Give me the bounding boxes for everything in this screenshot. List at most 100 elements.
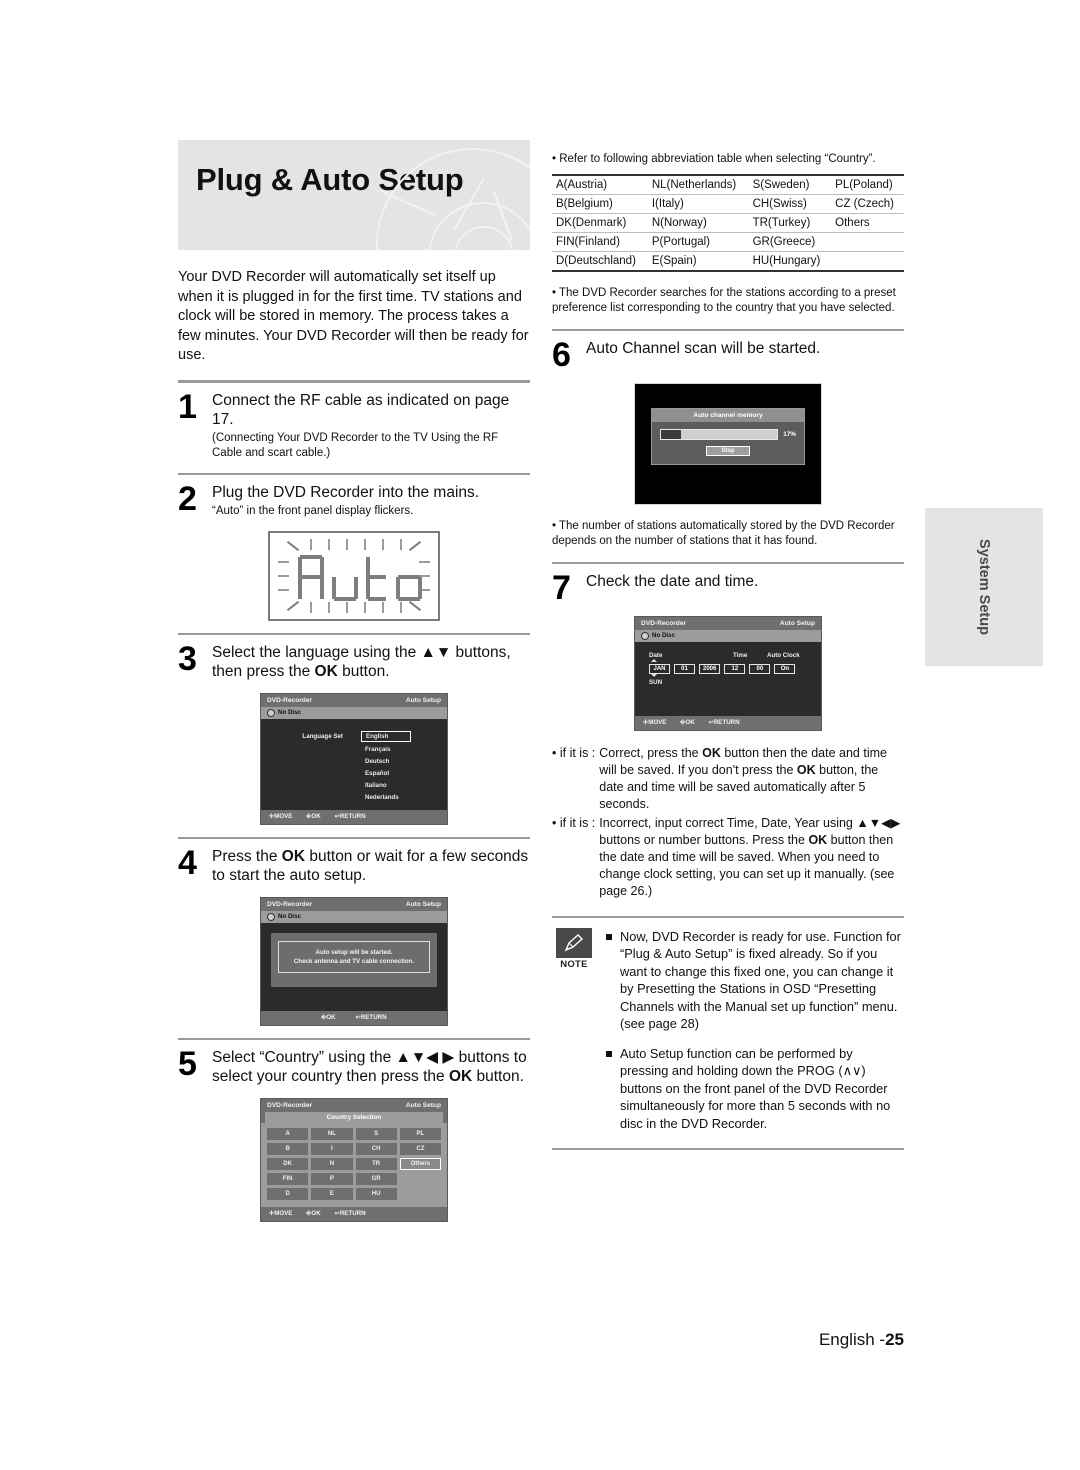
- table-row: A(Austria) NL(Netherlands) S(Sweden) PL(…: [552, 174, 904, 194]
- osd-autosetup-figure: DVD-Recorder Auto Setup No Disc Auto set…: [178, 896, 530, 1026]
- table-row: FIN(Finland) P(Portugal) GR(Greece): [552, 232, 904, 251]
- osd-language-screen: DVD-Recorder Auto Setup No Disc Language…: [260, 692, 448, 825]
- country-button-others[interactable]: Others: [399, 1157, 441, 1170]
- osd-return-hint: ↩RETURN: [355, 1014, 387, 1021]
- flicker-tick: [346, 601, 348, 613]
- country-button-nl[interactable]: NL: [311, 1127, 353, 1140]
- country-grid[interactable]: A NL S PL B I CH CZ DK N TR Others FIN P: [267, 1127, 441, 1200]
- minute-field[interactable]: 00: [749, 663, 771, 674]
- country-button-n[interactable]: N: [311, 1157, 353, 1170]
- if-correct-lead: • if it is :: [552, 745, 596, 760]
- divider: [178, 379, 530, 383]
- osd-content: Auto setup will be started. Check antenn…: [261, 922, 447, 1011]
- step-title: Select the language using the ▲▼ buttons…: [212, 643, 530, 681]
- hour-field[interactable]: 12: [724, 663, 746, 674]
- step-1: 1 Connect the RF cable as indicated on p…: [178, 390, 530, 461]
- country-button-d[interactable]: D: [267, 1187, 309, 1200]
- day-field[interactable]: 01: [674, 663, 695, 674]
- stop-button[interactable]: Stop: [706, 445, 750, 456]
- country-button-gr[interactable]: GR: [355, 1172, 397, 1185]
- table-cell: A(Austria): [556, 178, 608, 191]
- divider: [178, 632, 530, 635]
- country-button-ch[interactable]: CH: [355, 1142, 397, 1155]
- section-tab-label: System Setup: [976, 539, 992, 635]
- step-7: 7 Check the date and time.: [552, 571, 904, 605]
- osd-header-right: Auto Setup: [405, 1101, 441, 1109]
- country-button-tr[interactable]: TR: [355, 1157, 397, 1170]
- osd-footer: ⎆OK ↩RETURN: [261, 1010, 447, 1025]
- led-segment: [332, 576, 336, 599]
- month-field[interactable]: JAN: [649, 663, 670, 674]
- datetime-fields[interactable]: JAN 01 2006 12 00 On: [649, 663, 807, 674]
- osd-content: Language Set English Français Deutsch Es…: [261, 718, 447, 810]
- auto-clock-field[interactable]: On: [774, 663, 796, 674]
- note-item: Auto Setup function can be performed by …: [606, 1045, 904, 1133]
- step-title-pre: Press the: [212, 847, 282, 865]
- progress-bar: [660, 428, 779, 440]
- step-title: Plug the DVD Recorder into the mains.: [212, 483, 480, 501]
- language-option-english[interactable]: English: [361, 730, 412, 742]
- osd-disc-label: No Disc: [278, 709, 302, 716]
- osd-ok-hint: ⎆OK: [321, 1013, 336, 1021]
- ok-keyword: OK: [448, 1067, 473, 1085]
- up-arrow-icon: [651, 658, 657, 662]
- country-button-b[interactable]: B: [267, 1142, 309, 1155]
- country-button-hu[interactable]: HU: [355, 1187, 397, 1200]
- pencil-icon: [556, 927, 592, 958]
- country-button-p[interactable]: P: [311, 1172, 353, 1185]
- country-button-cz[interactable]: CZ: [399, 1142, 441, 1155]
- led-segment: [300, 574, 322, 579]
- year-field[interactable]: 2006: [699, 663, 721, 674]
- ok-keyword: OK: [314, 662, 338, 680]
- osd-header-right: Auto Setup: [779, 619, 815, 627]
- language-option-francais[interactable]: Français: [361, 745, 411, 754]
- country-selection-label: Country Selection: [326, 1113, 382, 1121]
- table-cell: N(Norway): [651, 216, 707, 229]
- step-2: 2 Plug the DVD Recorder into the mains. …: [178, 482, 530, 519]
- language-option-deutsch[interactable]: Deutsch: [361, 757, 411, 766]
- osd-country-screen: DVD-Recorder Auto Setup Country Selectio…: [260, 1097, 448, 1222]
- language-option-italiano[interactable]: Italiano: [361, 781, 411, 790]
- language-option-list[interactable]: English Français Deutsch Español Italian…: [361, 730, 412, 802]
- auto-channel-memory-dialog: Auto channel memory 17% Stop: [651, 407, 805, 465]
- country-button-empty: [400, 1173, 441, 1185]
- country-button-i[interactable]: I: [311, 1142, 353, 1155]
- table-row: DK(Denmark) N(Norway) TR(Turkey) Others: [552, 213, 904, 232]
- subheader-cap-right: [443, 1111, 447, 1123]
- osd-content: Date Time Auto Clock JAN 01 2006 12 00 O…: [635, 641, 821, 716]
- osd-disc-status: No Disc: [635, 629, 821, 642]
- led-segment: [368, 574, 386, 579]
- country-button-a[interactable]: A: [267, 1127, 309, 1140]
- datetime-labels: Date Time Auto Clock: [649, 652, 807, 659]
- table-cell: NL(Netherlands): [651, 178, 737, 191]
- country-grid-panel: A NL S PL B I CH CZ DK N TR Others FIN P: [261, 1122, 447, 1207]
- osd-autosetup-screen: DVD-Recorder Auto Setup No Disc Auto set…: [260, 896, 448, 1026]
- divider: [178, 836, 530, 839]
- osd-return-hint: ↩RETURN: [334, 1210, 366, 1217]
- osd-datetime-figure: DVD-Recorder Auto Setup No Disc Date Tim…: [552, 615, 904, 731]
- divider: [552, 1148, 904, 1150]
- date-label: Date: [649, 651, 663, 659]
- language-option-nederlands[interactable]: Nederlands: [361, 793, 411, 802]
- country-button-pl[interactable]: PL: [399, 1127, 441, 1140]
- stations-count-note: • The number of stations automatically s…: [552, 519, 895, 548]
- country-button-dk[interactable]: DK: [267, 1157, 309, 1170]
- dialog-line-2: Check antenna and TV cable connection.: [293, 957, 415, 965]
- step-5: 5 Select “Country” using the ▲▼◀ ▶ butto…: [178, 1047, 530, 1086]
- step-title: Connect the RF cable as indicated on pag…: [212, 391, 510, 428]
- if-correct-note: • if it is : Correct, press the OK butto…: [552, 745, 904, 813]
- language-option-espanol[interactable]: Español: [361, 769, 411, 778]
- osd-move-hint: ✢MOVE: [643, 719, 667, 726]
- country-button-e[interactable]: E: [311, 1187, 353, 1200]
- osd-header-left: DVD-Recorder: [267, 900, 313, 908]
- osd-footer: ✢MOVE ⎆OK ↩RETURN: [261, 1206, 447, 1221]
- country-button-fin[interactable]: FIN: [267, 1172, 309, 1185]
- led-display-figure: [178, 530, 530, 621]
- led-segment: [398, 574, 420, 579]
- preset-preference-note: • The DVD Recorder searches for the stat…: [552, 286, 896, 315]
- flicker-tick: [382, 538, 384, 550]
- osd-disc-label: No Disc: [652, 632, 676, 639]
- note-items: Now, DVD Recorder is ready for use. Func…: [606, 928, 904, 1145]
- country-button-s[interactable]: S: [355, 1127, 397, 1140]
- if-incorrect-lead: • if it is :: [552, 815, 596, 830]
